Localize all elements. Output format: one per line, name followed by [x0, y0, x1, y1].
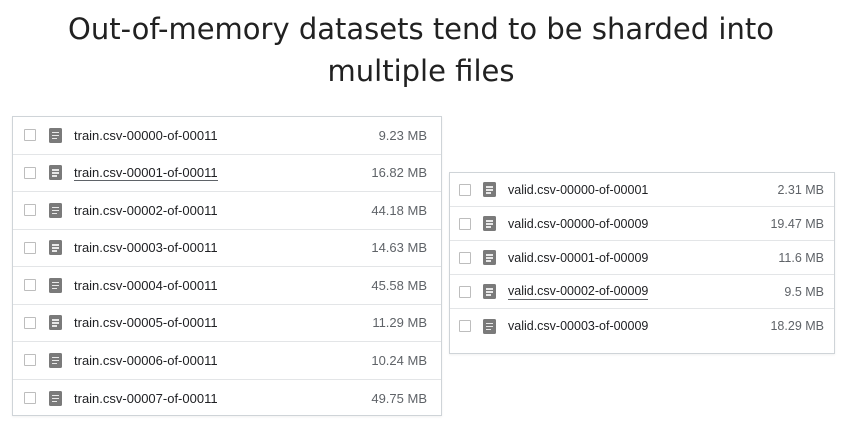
- train-files-panel: train.csv-00000-of-00011 9.23 MB train.c…: [12, 116, 442, 416]
- file-row[interactable]: train.csv-00007-of-00011 49.75 MB: [13, 380, 441, 418]
- file-row[interactable]: valid.csv-00000-of-00009 19.47 MB: [450, 207, 834, 241]
- row-checkbox[interactable]: [24, 204, 36, 217]
- row-checkbox[interactable]: [24, 129, 36, 142]
- row-checkbox[interactable]: [459, 251, 471, 264]
- document-file-icon: [49, 127, 62, 143]
- document-file-icon: [49, 240, 62, 256]
- document-file-icon: [483, 284, 496, 299]
- file-name-link[interactable]: train.csv-00002-of-00011: [74, 203, 218, 218]
- file-size: 11.29 MB: [372, 315, 427, 331]
- valid-file-list: valid.csv-00000-of-00001 2.31 MB valid.c…: [450, 173, 834, 343]
- file-row[interactable]: train.csv-00005-of-00011 11.29 MB: [13, 305, 441, 342]
- file-size: 49.75 MB: [371, 390, 427, 406]
- file-size: 9.5 MB: [784, 284, 824, 299]
- file-name-link[interactable]: train.csv-00004-of-00011: [74, 278, 218, 293]
- file-name-link[interactable]: train.csv-00005-of-00011: [74, 315, 218, 330]
- row-checkbox[interactable]: [24, 241, 36, 254]
- row-checkbox[interactable]: [459, 217, 471, 230]
- file-name-link[interactable]: valid.csv-00000-of-00009: [508, 217, 648, 231]
- file-name-link[interactable]: valid.csv-00001-of-00009: [508, 251, 648, 265]
- file-row[interactable]: train.csv-00004-of-00011 45.58 MB: [13, 267, 441, 305]
- file-size: 44.18 MB: [371, 202, 427, 218]
- file-row[interactable]: valid.csv-00000-of-00001 2.31 MB: [450, 173, 834, 207]
- row-checkbox[interactable]: [24, 392, 36, 405]
- row-checkbox[interactable]: [459, 183, 471, 196]
- row-checkbox[interactable]: [459, 285, 471, 298]
- file-name-link[interactable]: train.csv-00006-of-00011: [74, 353, 218, 368]
- document-file-icon: [49, 315, 62, 331]
- row-checkbox[interactable]: [24, 279, 36, 292]
- row-checkbox[interactable]: [459, 320, 471, 332]
- file-size: 11.6 MB: [778, 250, 824, 265]
- file-row[interactable]: train.csv-00002-of-00011 44.18 MB: [13, 192, 441, 230]
- file-row[interactable]: train.csv-00003-of-00011 14.63 MB: [13, 230, 441, 267]
- document-file-icon: [49, 352, 62, 368]
- document-file-icon: [49, 277, 62, 293]
- file-name-link[interactable]: valid.csv-00000-of-00001: [508, 183, 648, 197]
- file-size: 14.63 MB: [371, 240, 427, 256]
- document-file-icon: [49, 165, 62, 181]
- document-file-icon: [483, 182, 496, 197]
- row-checkbox[interactable]: [24, 166, 36, 179]
- file-size: 18.29 MB: [770, 319, 824, 333]
- file-size: 10.24 MB: [371, 352, 427, 368]
- file-row[interactable]: train.csv-00001-of-00011 16.82 MB: [13, 155, 441, 192]
- slide-title-line-2: multiple files: [327, 54, 515, 88]
- file-name-link[interactable]: train.csv-00001-of-00011: [74, 165, 218, 181]
- train-file-list: train.csv-00000-of-00011 9.23 MB train.c…: [13, 117, 441, 417]
- document-file-icon: [483, 216, 496, 231]
- row-checkbox[interactable]: [24, 354, 36, 367]
- file-row[interactable]: train.csv-00000-of-00011 9.23 MB: [13, 117, 441, 155]
- file-size: 45.58 MB: [371, 277, 427, 293]
- file-row[interactable]: valid.csv-00001-of-00009 11.6 MB: [450, 241, 834, 275]
- document-file-icon: [49, 202, 62, 218]
- valid-files-panel: valid.csv-00000-of-00001 2.31 MB valid.c…: [449, 172, 835, 354]
- slide-title-line-1: Out-of-memory datasets tend to be sharde…: [68, 12, 774, 46]
- slide-title: Out-of-memory datasets tend to be sharde…: [0, 8, 842, 92]
- file-row[interactable]: valid.csv-00003-of-00009 18.29 MB: [450, 309, 834, 343]
- file-name-link[interactable]: valid.csv-00003-of-00009: [508, 319, 648, 333]
- file-size: 9.23 MB: [378, 127, 427, 143]
- file-name-link[interactable]: train.csv-00007-of-00011: [74, 391, 218, 406]
- file-row[interactable]: valid.csv-00002-of-00009 9.5 MB: [450, 275, 834, 309]
- file-row[interactable]: train.csv-00006-of-00011 10.24 MB: [13, 342, 441, 380]
- document-file-icon: [49, 390, 62, 406]
- file-name-link[interactable]: train.csv-00000-of-00011: [74, 128, 218, 143]
- file-size: 19.47 MB: [770, 216, 824, 231]
- row-checkbox[interactable]: [24, 316, 36, 329]
- file-size: 2.31 MB: [777, 182, 824, 197]
- document-file-icon: [483, 318, 496, 334]
- file-name-link[interactable]: valid.csv-00002-of-00009: [508, 284, 649, 300]
- file-size: 16.82 MB: [371, 165, 427, 181]
- document-file-icon: [483, 250, 496, 265]
- file-name-link[interactable]: train.csv-00003-of-00011: [74, 240, 218, 255]
